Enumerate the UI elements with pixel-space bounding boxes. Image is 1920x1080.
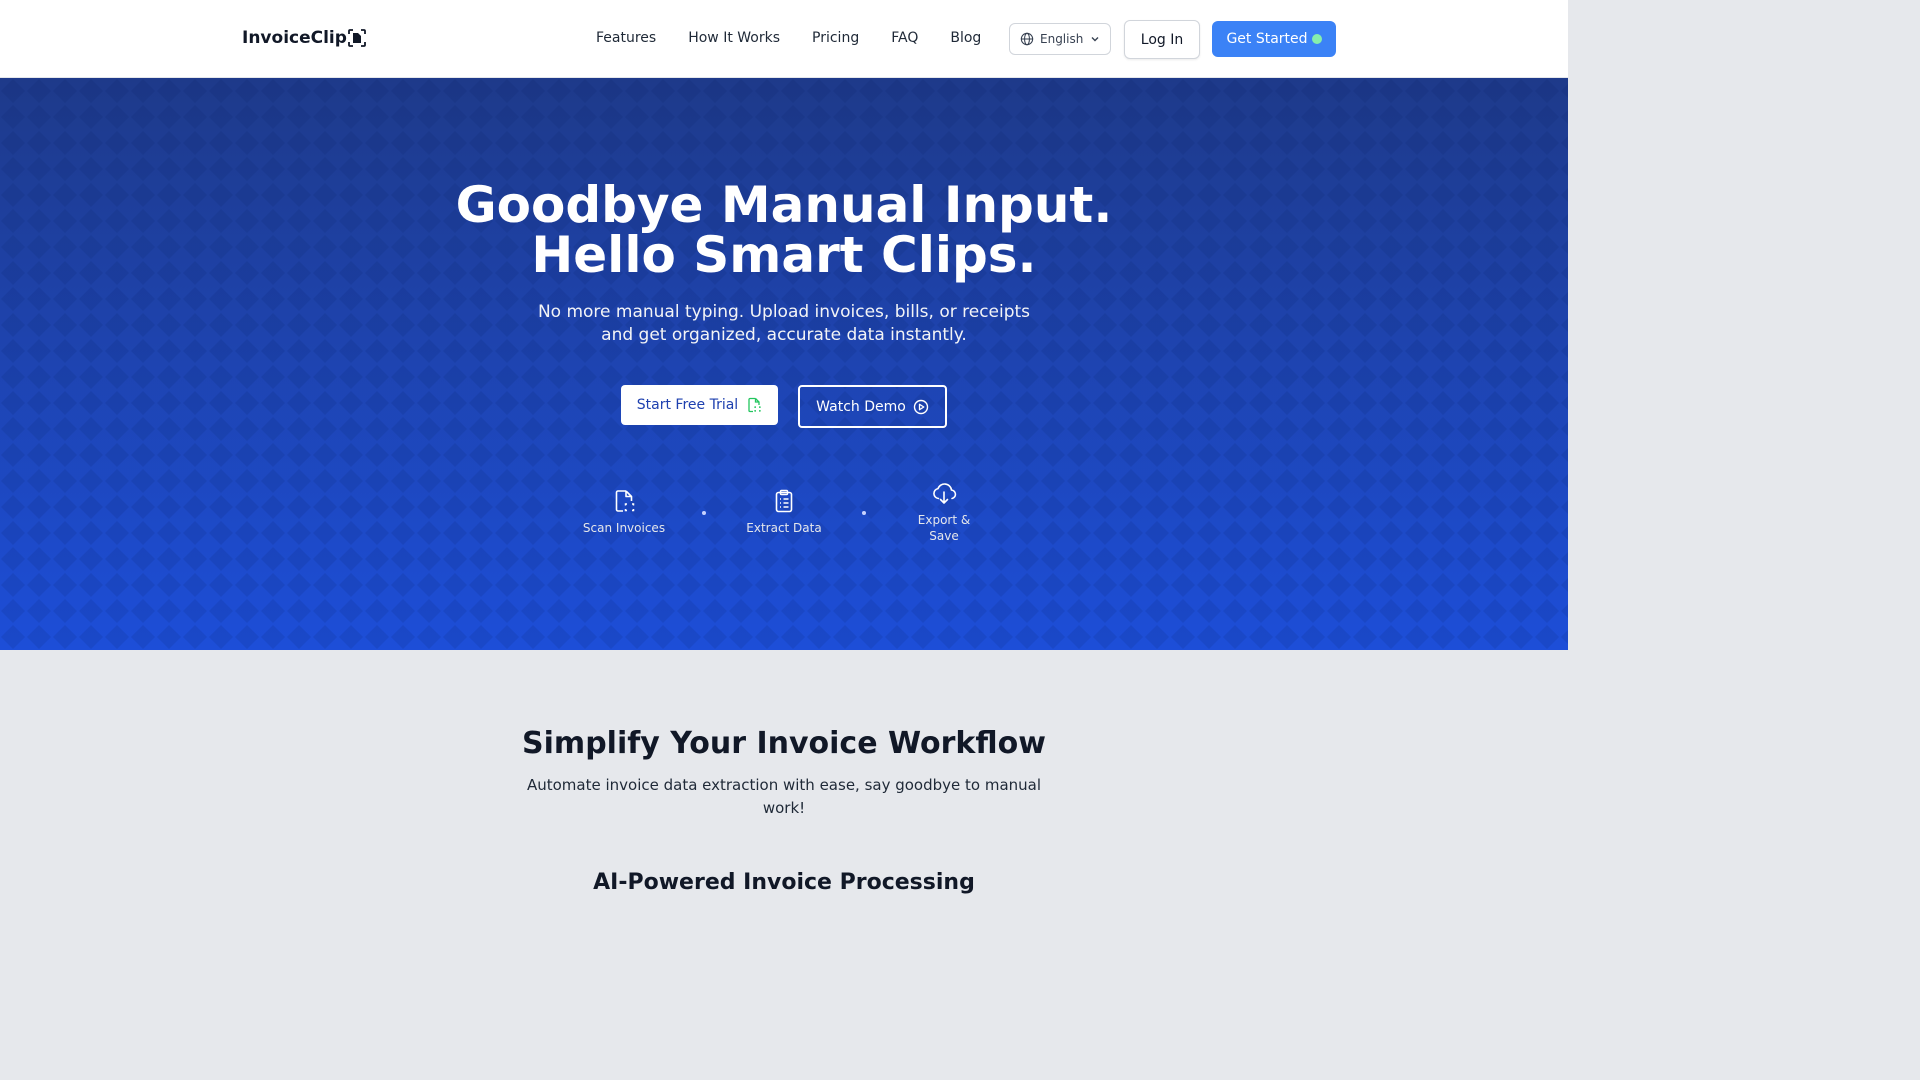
step-separator [702, 511, 706, 515]
language-label: English [1040, 32, 1084, 46]
status-dot [1311, 34, 1322, 44]
hero-title: Goodbye Manual Input. Hello Smart Clips. [0, 180, 1568, 280]
hero-subtitle: No more manual typing. Upload invoices, … [537, 302, 1031, 345]
nav-item-how-it-works[interactable]: How It Works [688, 30, 780, 46]
watch-demo-button[interactable]: Watch Demo [798, 385, 947, 428]
workflow-title: Simplify Your Invoice Workflow [522, 726, 1046, 761]
file-scan-icon [748, 397, 761, 413]
scan-frame-icon [348, 29, 366, 47]
main-nav: Features How It Works Pricing FAQ Blog [596, 30, 1013, 46]
play-circle-icon [913, 399, 929, 414]
step-extract-data: Extract Data [734, 488, 834, 536]
step-export-save: Export & Save [904, 480, 984, 544]
watch-demo-label: Watch Demo [816, 398, 906, 415]
login-button[interactable]: Log In [1124, 20, 1200, 59]
step-label: Export & Save [917, 513, 971, 543]
cloud-download-icon [933, 483, 957, 504]
hero-title-line-1: Goodbye Manual Input. [455, 176, 1113, 234]
language-selector[interactable]: English [1009, 23, 1111, 55]
logo-text: InvoiceClip [242, 28, 347, 48]
step-label: Scan Invoices [582, 521, 666, 535]
chevron-down-icon [1091, 37, 1099, 42]
get-started-label: Get Started [1226, 31, 1308, 47]
globe-icon [1020, 32, 1034, 46]
get-started-button[interactable]: Get Started [1212, 21, 1336, 57]
step-scan-invoices: Scan Invoices [574, 488, 674, 536]
start-free-trial-button[interactable]: Start Free Trial [621, 385, 778, 425]
site-header: InvoiceClip Features How It Works Pricin… [0, 0, 1568, 78]
file-scan-icon [615, 490, 635, 512]
hero-title-line-2: Hello Smart Clips. [531, 226, 1037, 284]
hero-section: Goodbye Manual Input. Hello Smart Clips.… [0, 78, 1568, 650]
nav-item-blog[interactable]: Blog [950, 30, 981, 46]
clipboard-list-icon [775, 489, 793, 513]
diamond-pattern-background [0, 78, 1568, 650]
start-free-trial-label: Start Free Trial [636, 397, 739, 413]
step-separator [862, 511, 866, 515]
logo[interactable]: InvoiceClip [242, 28, 366, 48]
nav-item-pricing[interactable]: Pricing [812, 30, 859, 46]
nav-item-features[interactable]: Features [596, 30, 656, 46]
ai-processing-heading: AI-Powered Invoice Processing [593, 870, 975, 895]
workflow-subtitle: Automate invoice data extraction with ea… [526, 776, 1042, 817]
step-label: Extract Data [746, 521, 822, 535]
nav-item-faq[interactable]: FAQ [891, 30, 918, 46]
